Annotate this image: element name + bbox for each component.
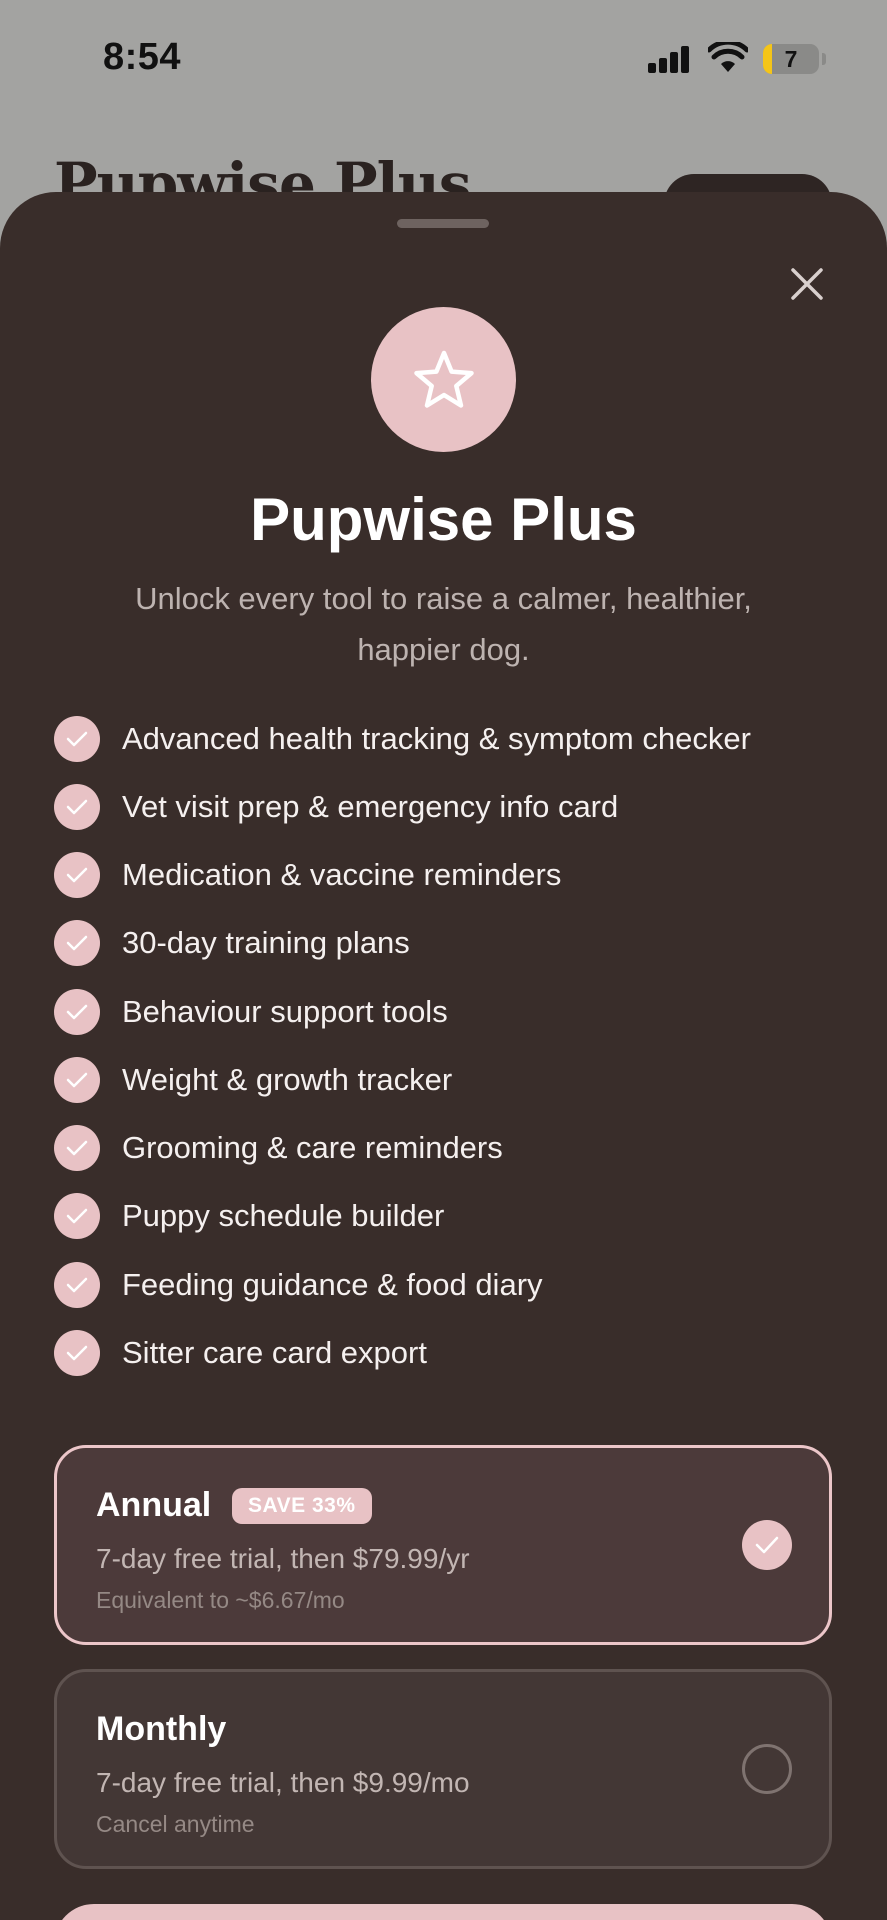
paywall-title: Pupwise Plus bbox=[250, 486, 637, 553]
close-icon bbox=[791, 268, 823, 300]
plan-sub-line: Cancel anytime bbox=[96, 1811, 255, 1837]
feature-label: Medication & vaccine reminders bbox=[122, 857, 562, 892]
feature-item: Behaviour support tools bbox=[54, 989, 448, 1035]
feature-item: Advanced health tracking & symptom check… bbox=[54, 716, 751, 762]
feature-label: Behaviour support tools bbox=[122, 994, 448, 1029]
feature-item: Vet visit prep & emergency info card bbox=[54, 784, 618, 830]
check-icon bbox=[54, 920, 100, 966]
feature-label: Puppy schedule builder bbox=[122, 1198, 445, 1233]
plan-name: Monthly bbox=[96, 1710, 227, 1748]
status-bar: 8:54 7 bbox=[0, 0, 887, 120]
selected-check-icon[interactable] bbox=[742, 1520, 792, 1570]
feature-item: Sitter care card export bbox=[54, 1330, 427, 1376]
check-icon bbox=[54, 1262, 100, 1308]
wifi-icon bbox=[708, 42, 748, 72]
battery-icon: 7 bbox=[763, 44, 819, 74]
check-icon bbox=[54, 1330, 100, 1376]
feature-label: Grooming & care reminders bbox=[122, 1130, 503, 1165]
feature-item: 30-day training plans bbox=[54, 920, 410, 966]
check-icon bbox=[54, 1057, 100, 1103]
plan-sub-line: Equivalent to ~$6.67/mo bbox=[96, 1587, 345, 1613]
radio-unselected-icon[interactable] bbox=[742, 1744, 792, 1794]
feature-item: Weight & growth tracker bbox=[54, 1057, 452, 1103]
save-badge: SAVE 33% bbox=[232, 1488, 372, 1524]
feature-item: Puppy schedule builder bbox=[54, 1193, 444, 1239]
status-time: 8:54 bbox=[103, 36, 182, 78]
feature-label: Sitter care card export bbox=[122, 1335, 427, 1370]
check-icon bbox=[54, 784, 100, 830]
feature-label: Advanced health tracking & symptom check… bbox=[122, 721, 751, 756]
feature-label: Weight & growth tracker bbox=[122, 1062, 453, 1097]
plan-option-annual[interactable]: Annual SAVE 33% 7-day free trial, then $… bbox=[54, 1445, 832, 1645]
plan-name: Annual bbox=[96, 1486, 212, 1524]
paywall-sheet: Pupwise Plus Unlock every tool to raise … bbox=[0, 192, 887, 1920]
feature-item: Feeding guidance & food diary bbox=[54, 1262, 543, 1308]
check-icon bbox=[54, 1125, 100, 1171]
feature-item: Grooming & care reminders bbox=[54, 1125, 503, 1171]
check-icon bbox=[54, 1193, 100, 1239]
check-icon bbox=[54, 989, 100, 1035]
check-icon bbox=[54, 852, 100, 898]
plan-option-monthly[interactable]: Monthly 7-day free trial, then $9.99/mo … bbox=[54, 1669, 832, 1869]
feature-item: Medication & vaccine reminders bbox=[54, 852, 561, 898]
sheet-grabber[interactable] bbox=[397, 219, 489, 228]
plan-price-line: 7-day free trial, then $9.99/mo bbox=[96, 1767, 470, 1798]
subscribe-button[interactable] bbox=[54, 1904, 832, 1920]
hero-badge bbox=[371, 307, 516, 452]
cellular-signal-icon bbox=[648, 46, 690, 73]
star-icon bbox=[413, 350, 474, 408]
battery-tip bbox=[822, 53, 826, 65]
check-icon bbox=[54, 716, 100, 762]
plan-price-line: 7-day free trial, then $79.99/yr bbox=[96, 1543, 470, 1574]
feature-label: 30-day training plans bbox=[122, 925, 410, 960]
battery-level: 7 bbox=[784, 46, 798, 72]
paywall-subtitle: Unlock every tool to raise a calmer, hea… bbox=[135, 581, 752, 667]
feature-label: Feeding guidance & food diary bbox=[122, 1267, 543, 1302]
feature-label: Vet visit prep & emergency info card bbox=[122, 789, 619, 824]
close-button[interactable] bbox=[783, 260, 831, 308]
